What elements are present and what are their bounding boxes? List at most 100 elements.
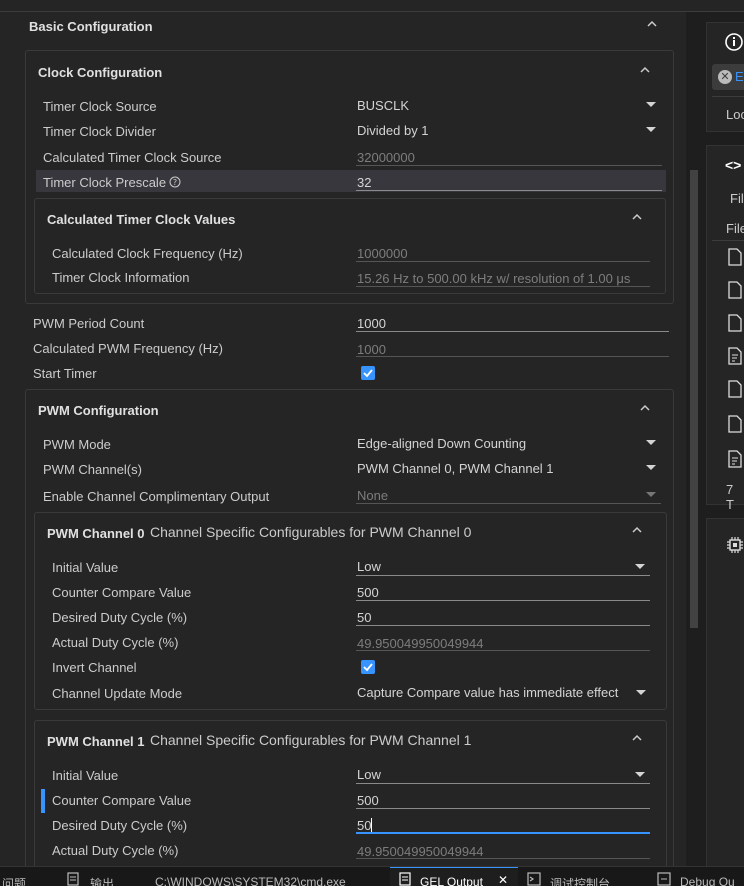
pwm-period-count-label: PWM Period Count [33, 316, 145, 331]
timer-clock-divider-label: Timer Clock Divider [43, 124, 156, 139]
calc-clock-freq-label: Calculated Clock Frequency (Hz) [52, 246, 243, 261]
scrollbar-thumb[interactable] [690, 170, 698, 628]
divider [712, 96, 744, 97]
ch0-counter-compare-value: 500 [357, 585, 379, 600]
timer-clock-prescale-label: Timer Clock Prescale [43, 175, 167, 190]
field-underline [356, 261, 650, 262]
pwm-channels-select[interactable]: PWM Channel 0, PWM Channel 1 [356, 458, 661, 480]
field-underline [356, 503, 661, 504]
file-icon[interactable] [728, 314, 742, 332]
ch0-initial-value: Low [357, 559, 381, 574]
file-edit-icon[interactable] [728, 347, 742, 365]
tab-problems[interactable]: 问题 [2, 875, 26, 886]
field-underline-focused [356, 832, 650, 834]
chevron-down-icon [635, 564, 645, 569]
timer-clock-prescale-value: 32 [357, 175, 372, 190]
ch0-update-mode-label: Channel Update Mode [52, 686, 183, 701]
file-icon[interactable] [728, 380, 742, 398]
pwm-channel-0-description: Channel Specific Configurables for PWM C… [150, 524, 472, 540]
ch0-update-mode-select[interactable]: Capture Compare value has immediate effe… [356, 682, 650, 704]
ch0-desired-duty-value: 50 [357, 610, 372, 625]
file-edit-icon[interactable] [728, 450, 742, 468]
svg-text:?: ? [173, 178, 177, 187]
chevron-up-icon[interactable] [639, 402, 651, 414]
code-icon: <> [725, 157, 742, 173]
tab-gel-output[interactable]: GEL Output [420, 875, 483, 886]
error-chip-label: E [735, 69, 744, 84]
chevron-up-icon[interactable] [646, 18, 658, 30]
ch1-counter-compare-input[interactable]: 500 [356, 790, 650, 810]
pwm-mode-label: PWM Mode [43, 437, 111, 452]
start-timer-label: Start Timer [33, 366, 97, 381]
field-underline [356, 808, 650, 809]
chevron-up-icon[interactable] [631, 524, 643, 536]
ch0-desired-duty-label: Desired Duty Cycle (%) [52, 610, 188, 625]
field-underline [356, 783, 650, 784]
debug-console-icon [527, 872, 541, 886]
timer-clock-source-select[interactable]: BUSCLK [356, 95, 661, 117]
pwm-period-count-input[interactable]: 1000 [356, 312, 669, 332]
clock-config-title: Clock Configuration [38, 65, 163, 80]
calc-pwm-freq-value: 1000 [357, 342, 386, 357]
field-underline [356, 356, 669, 357]
chevron-up-icon[interactable] [631, 211, 643, 223]
ch0-invert-checkbox[interactable] [361, 660, 375, 674]
ch0-update-mode-value: Capture Compare value has immediate effe… [357, 685, 619, 700]
pwm-mode-select[interactable]: Edge-aligned Down Counting [356, 433, 661, 455]
pwm-channel-0-title: PWM Channel 0 [47, 526, 145, 541]
calc-timer-clock-source-value: 32000000 [357, 150, 415, 165]
ch0-initial-value-label: Initial Value [52, 560, 119, 575]
file-icon[interactable] [728, 415, 742, 433]
divider [712, 240, 744, 241]
chevron-down-icon [635, 772, 645, 777]
text-cursor [371, 818, 372, 833]
filter-label: Fil [730, 191, 744, 206]
pwm-period-count-value: 1000 [357, 316, 386, 331]
ch0-actual-duty-value: 49.950049950049944 [357, 636, 484, 651]
chevron-down-icon [646, 102, 656, 107]
chevron-up-icon[interactable] [631, 732, 643, 744]
tab-debug-output[interactable]: Debug Ou [680, 875, 735, 886]
tab-cmd[interactable]: C:\WINDOWS\SYSTEM32\cmd.exe [155, 875, 346, 886]
close-icon[interactable]: ✕ [498, 873, 508, 886]
basic-config-title: Basic Configuration [29, 19, 153, 34]
field-underline [356, 625, 650, 626]
ch0-actual-duty-label: Actual Duty Cycle (%) [52, 635, 179, 650]
chevron-down-icon [646, 465, 656, 470]
file-icon[interactable] [728, 281, 742, 299]
field-underline [356, 858, 650, 859]
file-header: File [726, 221, 744, 236]
timer-clock-divider-select[interactable]: Divided by 1 [356, 120, 661, 142]
tab-debug-console[interactable]: 调试控制台 [550, 875, 610, 886]
help-icon[interactable]: ? [169, 176, 181, 188]
start-timer-checkbox[interactable] [361, 366, 375, 380]
pwm-mode-value: Edge-aligned Down Counting [357, 436, 527, 451]
config-panel: Basic Configuration Clock Configuration … [0, 12, 686, 866]
tab-output[interactable]: 输出 [90, 875, 114, 886]
pwm-channel-1-description: Channel Specific Configurables for PWM C… [150, 732, 472, 748]
timer-clock-source-label: Timer Clock Source [43, 99, 157, 114]
field-underline [356, 286, 650, 287]
debug-output-icon [657, 872, 671, 886]
chevron-up-icon[interactable] [639, 64, 651, 76]
timer-clock-divider-value: Divided by 1 [357, 123, 429, 138]
ch0-desired-duty-input[interactable]: 50 [356, 607, 650, 627]
close-icon: ✕ [718, 70, 732, 84]
ch0-counter-compare-input[interactable]: 500 [356, 582, 650, 602]
field-underline [356, 650, 650, 651]
focus-indicator [41, 789, 45, 813]
output-icon [66, 872, 80, 886]
timer-clock-source-value: BUSCLK [357, 98, 410, 113]
ch0-counter-compare-label: Counter Compare Value [52, 585, 192, 600]
pwm-config-title: PWM Configuration [38, 403, 159, 418]
file-icon[interactable] [728, 248, 742, 266]
ch1-desired-duty-label: Desired Duty Cycle (%) [52, 818, 188, 833]
chevron-down-icon [646, 440, 656, 445]
bottom-panel-tabs: 问题 输出 C:\WINDOWS\SYSTEM32\cmd.exe GEL Ou… [0, 866, 744, 886]
pwm-channels-label: PWM Channel(s) [43, 462, 142, 477]
chip-icon [726, 536, 744, 554]
error-chip[interactable]: ✕ E [712, 64, 744, 90]
pwm-channels-value: PWM Channel 0, PWM Channel 1 [357, 461, 554, 476]
timer-clock-prescale-input[interactable]: 32 [356, 172, 662, 192]
chevron-down-icon [646, 127, 656, 132]
